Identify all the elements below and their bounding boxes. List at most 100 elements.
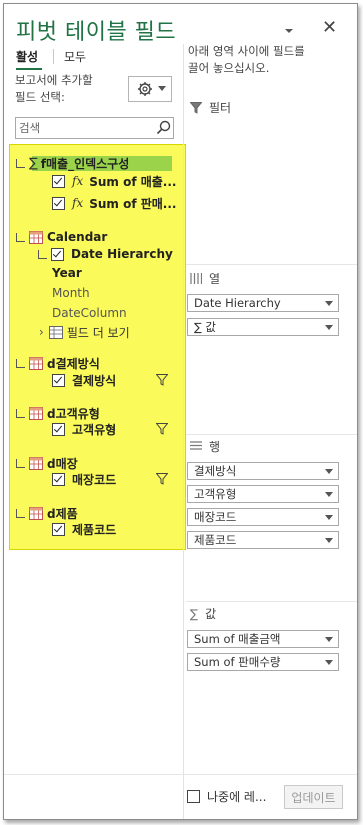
chevron-down-icon[interactable] — [325, 515, 333, 520]
search-icon[interactable] — [156, 120, 171, 135]
rows-label: 행 — [209, 440, 221, 454]
field-item[interactable]: 제품코드 — [52, 520, 116, 538]
close-icon[interactable]: ✕ — [322, 17, 337, 38]
instructions-line2: 끌어 놓으십시오. — [188, 61, 270, 75]
areas-instructions: 아래 영역 사이에 필드를 끌어 놓으십시오. — [188, 43, 305, 77]
rows-area-header: 행 — [190, 438, 220, 455]
chevron-down-icon[interactable] — [325, 301, 333, 306]
field-item-datecolumn[interactable]: DateColumn — [52, 304, 127, 322]
values-item[interactable]: Sum of 매출금액 — [187, 630, 339, 648]
zone-divider — [186, 601, 357, 602]
field-item[interactable]: 결제방식 — [52, 371, 116, 389]
footer-divider — [4, 774, 357, 775]
chevron-right-icon: › — [39, 325, 44, 339]
tab-active[interactable]: 활성 — [16, 48, 38, 65]
checkbox[interactable] — [52, 522, 65, 536]
panel-divider — [183, 44, 184, 819]
tab-divider — [53, 49, 54, 64]
table-row-payment[interactable]: d결제방식 — [16, 354, 100, 372]
filter-icon[interactable] — [156, 473, 168, 485]
columns-item[interactable]: ∑ 값 — [187, 318, 339, 336]
chevron-down-icon[interactable] — [325, 660, 333, 665]
chevron-down-icon[interactable] — [325, 538, 333, 543]
collapse-icon[interactable] — [16, 408, 25, 418]
fx-icon: fx — [72, 196, 84, 210]
more-fields-label: 필드 더 보기 — [66, 325, 130, 340]
columns-area-header: 열 — [190, 270, 220, 287]
pane-title: 피벗 테이블 필드 — [16, 20, 177, 45]
hierarchy-level-month[interactable]: Month — [52, 284, 90, 302]
collapse-icon[interactable] — [16, 508, 25, 518]
pill-label: 고객유형 — [194, 487, 237, 501]
field-picker-label-line1: 보고서에 추가할 — [15, 73, 93, 87]
filter-icon[interactable] — [156, 423, 168, 435]
zone-divider — [186, 264, 357, 265]
update-button[interactable]: 업데이트 — [284, 785, 343, 809]
search-input[interactable]: 검색 — [15, 117, 174, 139]
checkbox[interactable] — [52, 472, 65, 486]
field-item[interactable]: 고객유형 — [52, 420, 116, 438]
field-label: 결제방식 — [72, 373, 117, 388]
table-icon — [29, 356, 43, 370]
tools-button[interactable] — [128, 76, 172, 102]
rows-item[interactable]: 제품코드 — [187, 531, 339, 549]
filters-area-header: 필터 — [190, 99, 231, 116]
field-label: Year — [52, 266, 82, 280]
table-icon — [29, 506, 43, 520]
collapse-icon[interactable] — [16, 232, 25, 242]
fx-icon: fx — [72, 174, 84, 188]
defer-update-label: 나중에 레... — [207, 789, 267, 804]
chevron-down-icon[interactable] — [325, 325, 333, 330]
measure-group-label: f매출_인덱스구성 — [40, 156, 130, 171]
columns-label: 열 — [209, 272, 221, 286]
collapse-icon[interactable] — [38, 249, 47, 259]
tab-all[interactable]: 모두 — [64, 48, 86, 65]
more-fields-row[interactable]: › 필드 더 보기 — [39, 323, 130, 341]
collapse-icon[interactable] — [16, 358, 25, 368]
table-label: Calendar — [47, 230, 108, 244]
checkbox[interactable] — [52, 373, 65, 387]
field-item[interactable]: fx Sum of 매출... — [52, 172, 177, 190]
tab-active-underline — [16, 68, 42, 70]
checkbox[interactable] — [51, 247, 64, 261]
field-picker-label: 보고서에 추가할 필드 선택: — [15, 72, 93, 106]
checkbox[interactable] — [52, 174, 65, 188]
hierarchy-level-year[interactable]: Year — [52, 264, 82, 282]
table-row-calendar[interactable]: Calendar — [16, 228, 107, 246]
rows-item[interactable]: 고객유형 — [187, 485, 339, 503]
search-placeholder: 검색 — [19, 121, 41, 135]
collapse-icon[interactable] — [16, 458, 25, 468]
pill-label: Date Hierarchy — [194, 296, 281, 310]
filters-drop-area[interactable] — [186, 118, 357, 263]
checkbox[interactable] — [52, 422, 65, 436]
columns-item[interactable]: Date Hierarchy — [187, 294, 339, 312]
filter-icon[interactable] — [156, 374, 168, 386]
instructions-line1: 아래 영역 사이에 필드를 — [188, 44, 305, 58]
chevron-down-icon[interactable] — [325, 637, 333, 642]
field-item[interactable]: fx Sum of 판매... — [52, 194, 177, 212]
rows-icon — [190, 441, 202, 450]
field-label: Sum of 판매... — [89, 196, 177, 211]
field-item[interactable]: 매장코드 — [52, 470, 116, 488]
hierarchy-row[interactable]: Date Hierarchy — [38, 245, 173, 263]
pill-label: Sum of 매출금액 — [194, 632, 281, 646]
pane-options-dropdown[interactable] — [283, 24, 295, 34]
checkbox[interactable] — [52, 196, 65, 210]
measure-group-row[interactable]: ∑ f매출_인덱스구성 — [16, 154, 129, 172]
values-area-header: ∑ 값 — [190, 605, 216, 622]
pill-label: Sum of 판매수량 — [194, 655, 281, 669]
table-icon — [29, 230, 43, 244]
values-item[interactable]: Sum of 판매수량 — [187, 653, 339, 671]
chevron-down-icon[interactable] — [325, 492, 333, 497]
filter-icon — [190, 101, 202, 114]
rows-item[interactable]: 결제방식 — [187, 462, 339, 480]
chevron-down-icon[interactable] — [325, 469, 333, 474]
defer-update-option[interactable]: 나중에 레... — [187, 787, 266, 805]
collapse-icon[interactable] — [16, 158, 25, 168]
pill-label: ∑ 값 — [194, 320, 216, 334]
defer-update-checkbox[interactable] — [187, 789, 200, 803]
table-label: d매장 — [47, 456, 78, 471]
columns-icon — [190, 273, 202, 284]
rows-item[interactable]: 매장코드 — [187, 508, 339, 526]
table-label: d고객유형 — [47, 406, 100, 421]
